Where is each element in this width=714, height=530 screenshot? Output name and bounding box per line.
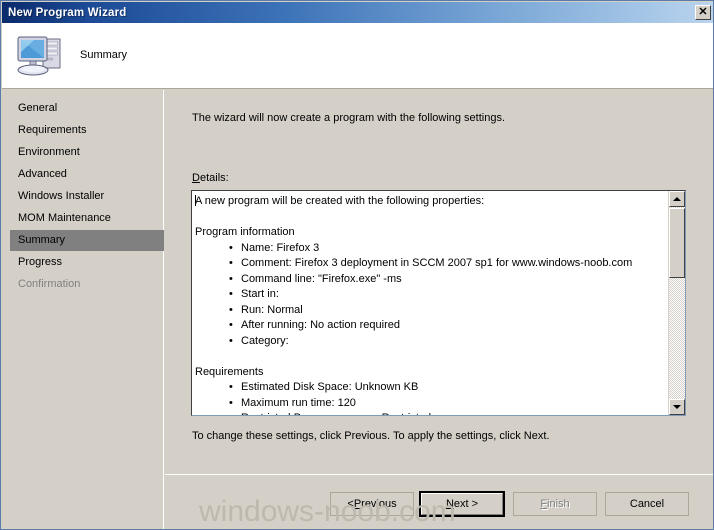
sidebar-item-general[interactable]: General [10,98,164,119]
list-item: Maximum run time: 120 [229,396,665,412]
sidebar-item-mom-maintenance[interactable]: MOM Maintenance [10,208,164,229]
list-item: Name: Firefox 3 [229,241,665,257]
scroll-up-button[interactable] [669,191,685,207]
sidebar-item-progress[interactable]: Progress [10,252,164,273]
details-content: A new program will be created with the f… [192,191,669,415]
sidebar-item-confirmation: Confirmation [18,278,81,290]
scrollbar-thumb[interactable] [669,208,685,278]
list-item: Comment: Firefox 3 deployment in SCCM 20… [229,256,665,272]
sidebar-item-advanced[interactable]: Advanced [10,164,164,185]
header-step-label: Summary [80,49,128,61]
list-item: Command line: "Firefox.exe" -ms [229,272,665,288]
details-section-program: Program information [195,226,295,238]
close-icon: ✕ [698,6,708,18]
sidebar-item-requirements[interactable]: Requirements [10,120,164,141]
wizard-main-panel: The wizard will now create a program wit… [165,90,713,529]
cancel-button[interactable]: Cancel [605,492,689,516]
scroll-down-button[interactable] [669,399,685,415]
sidebar-item-summary[interactable]: Summary [10,230,164,251]
chevron-down-icon [673,405,681,409]
wizard-window: New Program Wizard ✕ Summary General Req… [0,0,714,530]
button-bar: < Previous Next > Finish Cancel [165,491,713,518]
list-item: Category: [229,334,665,350]
details-intro-line: A new program will be created with the f… [195,195,485,207]
details-label: Details: [192,172,229,184]
list-item: Start in: [229,287,665,303]
chevron-up-icon [673,197,681,201]
details-label-rest: etails: [199,172,229,184]
sidebar-item-environment[interactable]: Environment [10,142,164,163]
sidebar-item-windows-installer[interactable]: Windows Installer [10,186,164,207]
window-title: New Program Wizard [8,6,127,19]
list-item: Run: Normal [229,303,665,319]
details-section-requirements: Requirements [195,365,264,378]
next-button-inner: Next > [421,493,503,515]
next-button[interactable]: Next > [419,491,505,517]
requirements-list: Estimated Disk Space: Unknown KB Maximum… [195,380,665,415]
details-accesskey: D [192,172,200,184]
previous-button[interactable]: < Previous [330,492,414,516]
program-info-list: Name: Firefox 3 Comment: Firefox 3 deplo… [195,241,665,350]
wizard-header: Summary [2,23,713,89]
list-item: After running: No action required [229,318,665,334]
title-bar[interactable]: New Program Wizard ✕ [2,2,713,23]
wizard-sidebar: General Requirements Environment Advance… [2,90,164,529]
computer-icon [17,36,61,76]
finish-button: Finish [513,492,597,516]
intro-text: The wizard will now create a program wit… [192,112,506,124]
footer-instruction-text: To change these settings, click Previous… [192,430,550,442]
list-item: Estimated Disk Space: Unknown KB [229,380,665,396]
details-scrollbar[interactable] [668,191,685,415]
close-button[interactable]: ✕ [695,5,711,20]
button-bar-separator [165,474,713,475]
list-item: Restricted Program runs on: Restricted [229,411,665,415]
details-textbox[interactable]: A new program will be created with the f… [191,190,686,416]
